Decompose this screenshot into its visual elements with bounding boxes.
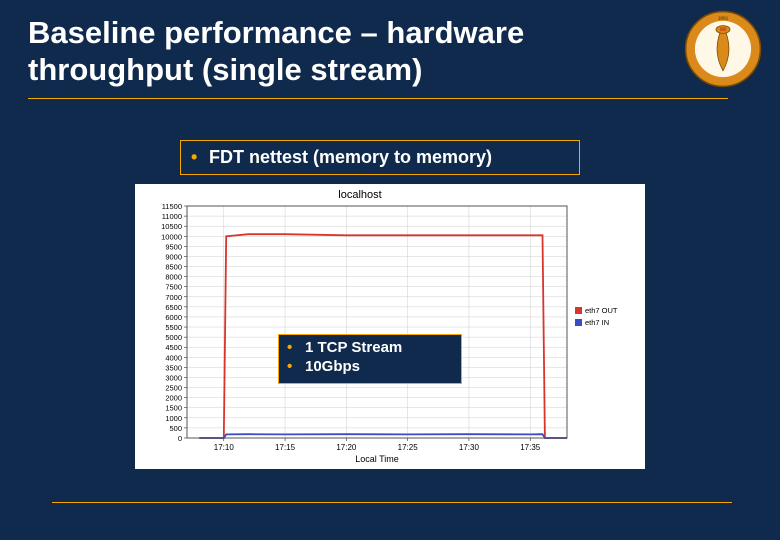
- svg-text:17:25: 17:25: [398, 443, 419, 452]
- svg-text:6500: 6500: [165, 303, 182, 312]
- svg-text:17:15: 17:15: [275, 443, 296, 452]
- svg-text:2000: 2000: [165, 394, 182, 403]
- svg-text:eth7 OUT: eth7 OUT: [585, 306, 618, 315]
- svg-text:9500: 9500: [165, 242, 182, 251]
- chart-container: localhost 05001000150020002500 30003500400…: [135, 184, 645, 469]
- svg-text:10500: 10500: [161, 222, 182, 231]
- svg-text:2500: 2500: [165, 384, 182, 393]
- svg-text:1000: 1000: [165, 414, 182, 423]
- svg-text:3000: 3000: [165, 373, 182, 382]
- svg-text:11500: 11500: [162, 202, 182, 211]
- svg-text:5500: 5500: [165, 323, 182, 332]
- slide-title: Baseline performance – hardware throughp…: [28, 14, 628, 88]
- caltech-logo-icon: 1891: [684, 10, 762, 88]
- main-bullet-text: FDT nettest (memory to memory): [209, 147, 492, 167]
- svg-text:7000: 7000: [165, 293, 182, 302]
- svg-text:9000: 9000: [165, 252, 182, 261]
- svg-text:17:35: 17:35: [520, 443, 541, 452]
- bullet-dot-icon: •: [287, 358, 305, 377]
- svg-text:Local Time: Local Time: [355, 454, 399, 464]
- slide: Baseline performance – hardware throughp…: [0, 0, 780, 540]
- svg-text:8500: 8500: [165, 263, 182, 272]
- svg-text:5000: 5000: [165, 333, 182, 342]
- bullet-dot-icon: •: [191, 147, 209, 168]
- svg-text:6000: 6000: [165, 313, 182, 322]
- annot-line2: 10Gbps: [305, 358, 360, 375]
- svg-text:4500: 4500: [165, 343, 182, 352]
- svg-text:11000: 11000: [162, 212, 182, 221]
- svg-text:0: 0: [178, 434, 182, 443]
- svg-text:4000: 4000: [165, 353, 182, 362]
- annot-line1: 1 TCP Stream: [305, 339, 402, 356]
- bullet-dot-icon: •: [287, 339, 305, 358]
- svg-text:17:30: 17:30: [459, 443, 480, 452]
- main-bullet-box: •FDT nettest (memory to memory): [180, 140, 580, 175]
- line-chart: localhost 05001000150020002500 30003500400…: [135, 184, 645, 469]
- title-divider: [28, 98, 728, 99]
- svg-text:7500: 7500: [165, 283, 182, 292]
- svg-text:17:20: 17:20: [336, 443, 357, 452]
- annotation-box: •1 TCP Stream •10Gbps: [278, 334, 462, 384]
- svg-text:1500: 1500: [165, 404, 182, 413]
- svg-text:eth7 IN: eth7 IN: [585, 318, 609, 327]
- svg-text:3500: 3500: [165, 363, 182, 372]
- svg-text:17:10: 17:10: [214, 443, 235, 452]
- svg-text:10000: 10000: [161, 232, 182, 241]
- footer-divider: [52, 502, 732, 503]
- svg-text:localhost: localhost: [338, 189, 381, 201]
- svg-text:1891: 1891: [718, 15, 729, 20]
- svg-text:8000: 8000: [165, 273, 182, 282]
- svg-text:500: 500: [169, 424, 182, 433]
